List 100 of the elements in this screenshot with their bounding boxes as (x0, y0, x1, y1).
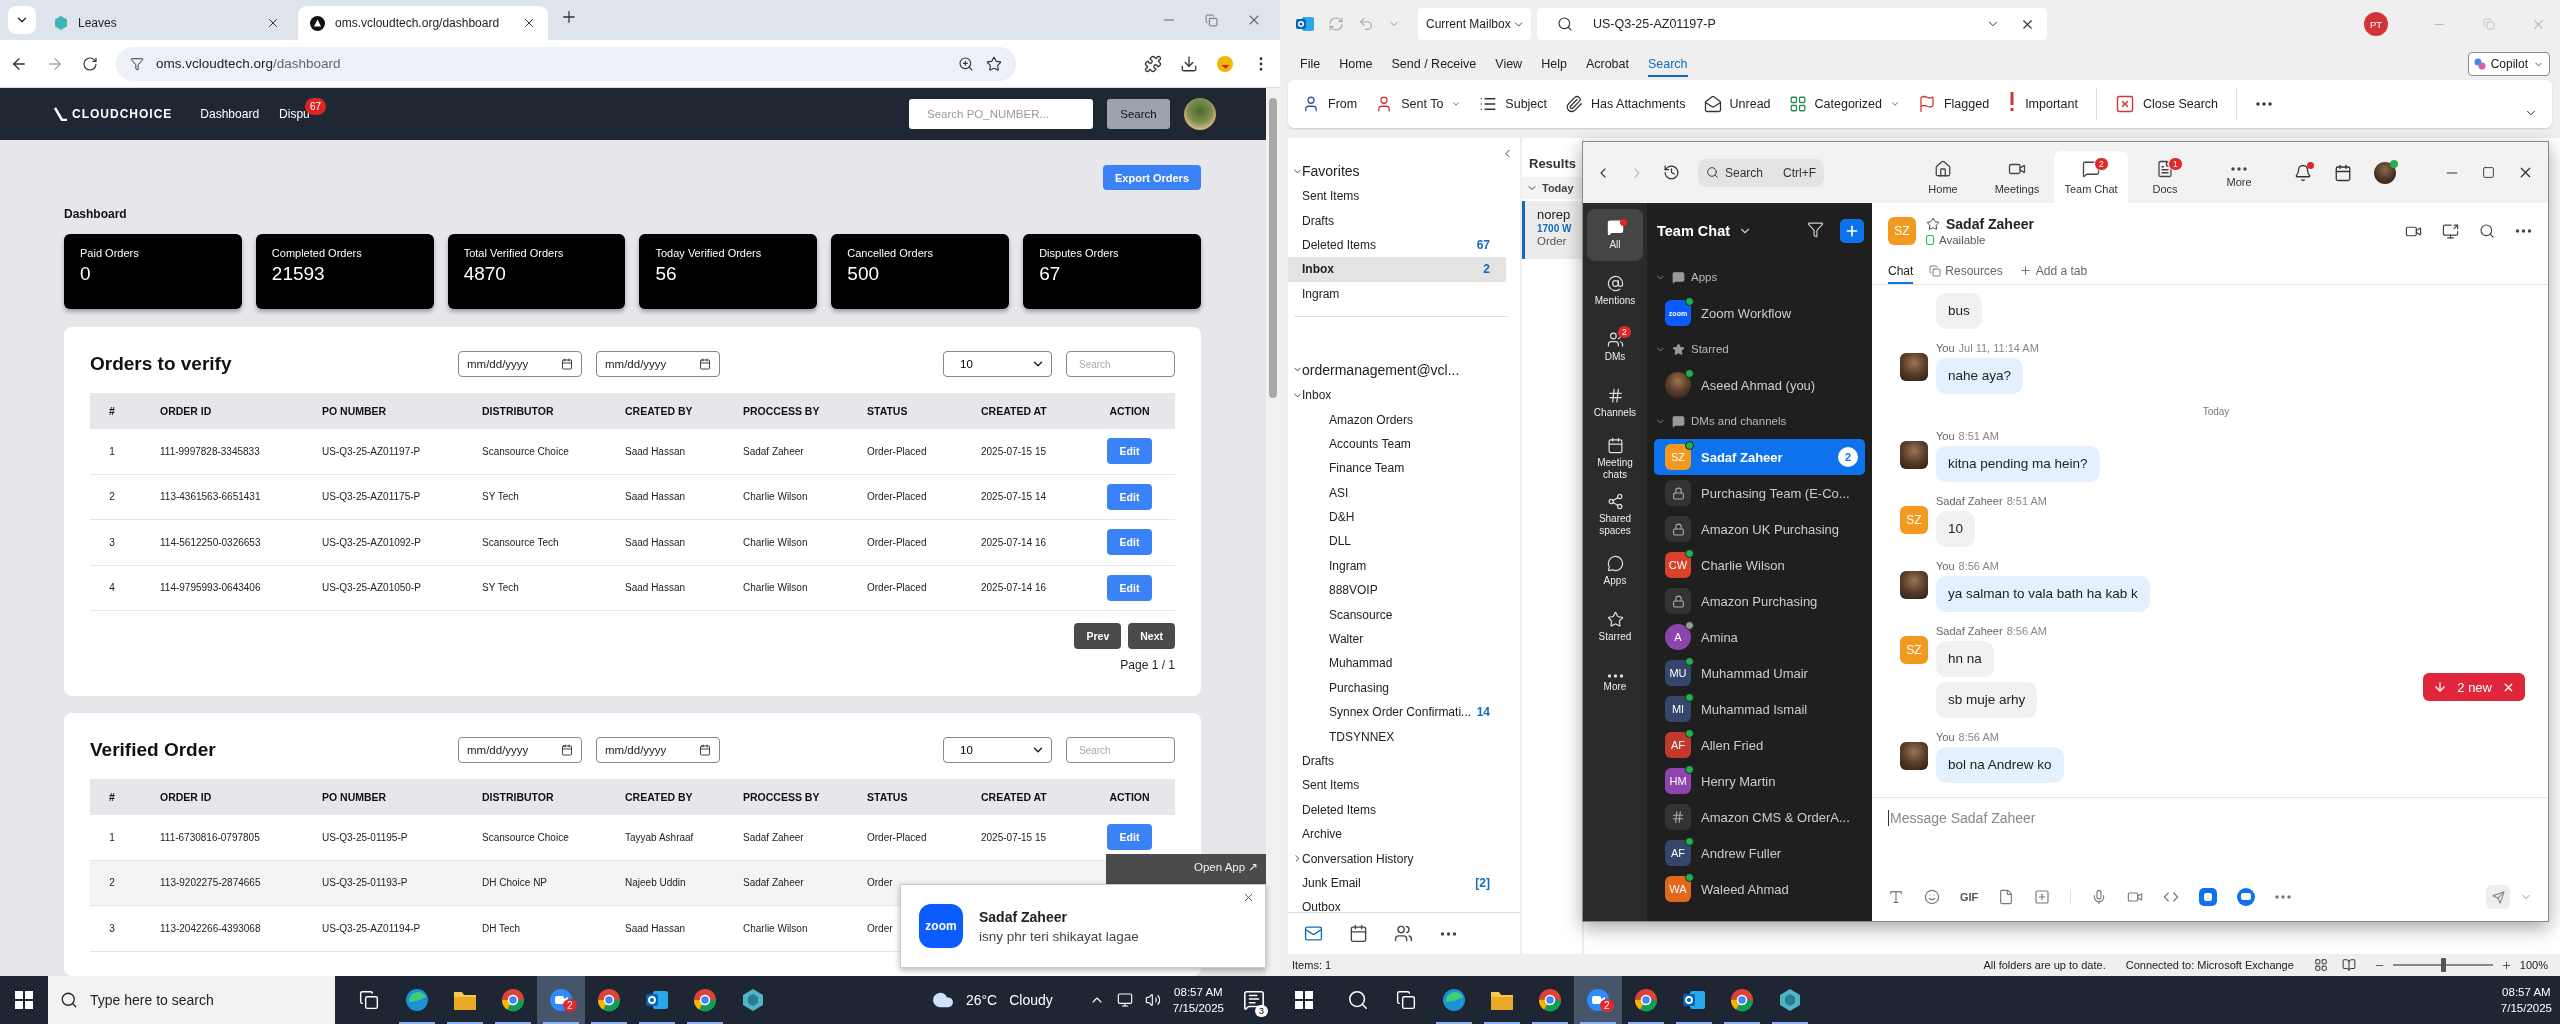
star-icon[interactable] (986, 55, 1002, 72)
taskbar-app[interactable]: 2 (1574, 976, 1622, 1024)
ribbon-button[interactable]: Important (2007, 91, 2078, 117)
folder-item[interactable]: Archive (1288, 822, 1506, 847)
extension-icon[interactable] (1216, 54, 1234, 73)
ribbon-button[interactable]: Categorized (1788, 95, 1900, 113)
ribbon-button[interactable]: Subject (1479, 95, 1548, 113)
prev-button[interactable]: Prev (1074, 623, 1122, 649)
folder-item[interactable]: Amazon Orders (1288, 407, 1506, 432)
folder-item[interactable]: ordermanagement@vcl... (1288, 356, 1506, 383)
folder-item[interactable]: TDSYNNEX (1288, 724, 1506, 749)
address-bar[interactable]: oms.vcloudtech.org/dashboard (116, 46, 1016, 81)
section-title[interactable]: DMs and channels (1691, 415, 1787, 427)
menu-tab[interactable]: View (1495, 51, 1523, 77)
folder-item[interactable]: Scansource (1288, 602, 1506, 627)
notification-card[interactable]: zoom Sadaf Zaheer isny phr teri shikayat lagae (900, 884, 1266, 968)
date-field[interactable]: mm/dd/yyyy (596, 737, 720, 763)
sidebar-title[interactable]: Team Chat (1657, 223, 1731, 239)
taskbar-search-field[interactable]: Type here to search (48, 976, 335, 1024)
page-size-select[interactable]: 10 (943, 737, 1052, 763)
calendar-icon[interactable] (1349, 924, 1368, 943)
date-field[interactable]: mm/dd/yyyy (458, 737, 582, 763)
chat-list-item[interactable]: AF Andrew Fuller (1654, 835, 1865, 871)
new-messages-button[interactable]: 2 new (2423, 673, 2525, 701)
rail-item[interactable]: Starred (1587, 601, 1643, 653)
folder-item[interactable]: Accounts Team (1288, 431, 1506, 457)
ribbon-button[interactable]: Close Search (2114, 94, 2218, 114)
account-avatar[interactable]: PT (2364, 12, 2388, 36)
taskbar-app[interactable]: 2 (537, 976, 585, 1024)
reading-view-icon[interactable] (2341, 958, 2356, 972)
nav-tab[interactable]: Home (1906, 151, 1980, 203)
folder-item[interactable]: Sent Items (1288, 773, 1506, 798)
more-icon[interactable] (2515, 229, 2532, 233)
ribbon-button[interactable]: From (1302, 95, 1358, 113)
date-field[interactable]: mm/dd/yyyy (458, 351, 582, 377)
restore-icon[interactable] (1205, 13, 1218, 27)
chat-list-item[interactable]: CW Charlie Wilson (1654, 547, 1865, 583)
windows-icon[interactable] (15, 991, 33, 1009)
rail-item[interactable]: DMs 2 (1587, 321, 1643, 373)
avatar[interactable] (2374, 161, 2396, 184)
nav-link[interactable]: Dashboard (200, 107, 260, 121)
browser-tab[interactable]: oms.vcloudtech.org/dashboard (298, 6, 548, 40)
folder-item[interactable]: Finance Team (1288, 456, 1506, 481)
rail-item[interactable]: Mentions (1587, 265, 1643, 317)
more-icon[interactable] (2255, 102, 2273, 106)
download-icon[interactable] (1180, 54, 1198, 73)
edit-button[interactable]: Edit (1107, 438, 1152, 465)
chat-tab[interactable]: Resources (1929, 259, 2003, 284)
folder-item[interactable]: Ingram (1288, 553, 1506, 579)
section-title[interactable]: Starred (1691, 343, 1729, 355)
chat-tab[interactable]: Chat (1888, 259, 1914, 284)
code-icon[interactable] (2163, 889, 2180, 905)
folder-item[interactable]: Junk Email [2] (1288, 870, 1506, 896)
menu-tab[interactable]: File (1300, 51, 1321, 77)
folder-item[interactable]: Outbox (1288, 895, 1506, 912)
rail-item[interactable]: Channels (1587, 377, 1643, 429)
extensions-icon[interactable] (1144, 54, 1162, 73)
folder-item[interactable]: 888VOIP (1288, 578, 1506, 603)
app-icon[interactable] (2199, 888, 2218, 906)
folder-item[interactable]: DLL (1288, 529, 1506, 554)
rail-item[interactable]: Meeting chats (1587, 433, 1643, 485)
screenshot-icon[interactable] (2034, 889, 2051, 905)
search-field[interactable]: US-Q3-25-AZ01197-P (1537, 8, 2047, 40)
clock[interactable]: 08:57 AM 7/15/2025 (1172, 984, 1224, 1016)
folder-item[interactable]: Favorites (1288, 158, 1506, 184)
date-field[interactable]: mm/dd/yyyy (596, 351, 720, 377)
mail-icon[interactable] (1304, 924, 1323, 943)
app-icon[interactable] (2237, 888, 2256, 906)
site-logo[interactable]: CLOUDCHOICE (72, 107, 173, 121)
folder-item[interactable]: Purchasing (1288, 675, 1506, 701)
edit-button[interactable]: Edit (1107, 824, 1152, 851)
clock[interactable]: 08:57 AM 7/15/2025 (2500, 984, 2552, 1016)
ribbon-button[interactable]: Sent To (1375, 95, 1462, 113)
menu-tab[interactable]: Help (1541, 51, 1567, 77)
copilot-button[interactable]: Copilot (2467, 52, 2550, 76)
folder-item[interactable]: Deleted Items (1288, 797, 1506, 822)
file-icon[interactable] (1998, 889, 2015, 905)
more-icon[interactable] (1439, 931, 1458, 936)
chat-list-item[interactable]: WA Waleed Ahmad (1654, 871, 1865, 907)
folder-item[interactable]: ASI (1288, 480, 1506, 505)
rail-item[interactable]: Shared spaces (1587, 489, 1643, 541)
search-field[interactable]: Search Ctrl+F (1698, 158, 1824, 187)
calendar-icon[interactable] (2334, 163, 2352, 182)
menu-tab[interactable]: Send / Receive (1391, 51, 1477, 77)
chat-list-item[interactable]: MU Muhammad Umair (1654, 655, 1865, 691)
folder-item[interactable]: Conversation History (1288, 846, 1506, 871)
star-icon[interactable] (1926, 217, 1940, 231)
filter-icon[interactable] (1807, 220, 1824, 238)
next-button[interactable]: Next (1128, 623, 1175, 649)
bell-icon[interactable] (2294, 163, 2312, 182)
chat-list-item[interactable]: Amazon Purchasing (1654, 583, 1865, 619)
folder-item[interactable]: Sent Items (1288, 184, 1506, 209)
folder-item[interactable]: Ingram (1288, 281, 1506, 306)
avatar[interactable] (1184, 98, 1216, 130)
network-icon[interactable] (1116, 992, 1133, 1008)
nav-tab[interactable]: Team Chat 2 (2054, 151, 2128, 203)
ribbon-button[interactable]: Has Attachments (1565, 95, 1686, 113)
section-title[interactable]: Apps (1691, 271, 1718, 283)
people-icon[interactable] (1394, 924, 1413, 943)
rail-item[interactable]: All (1587, 209, 1643, 261)
